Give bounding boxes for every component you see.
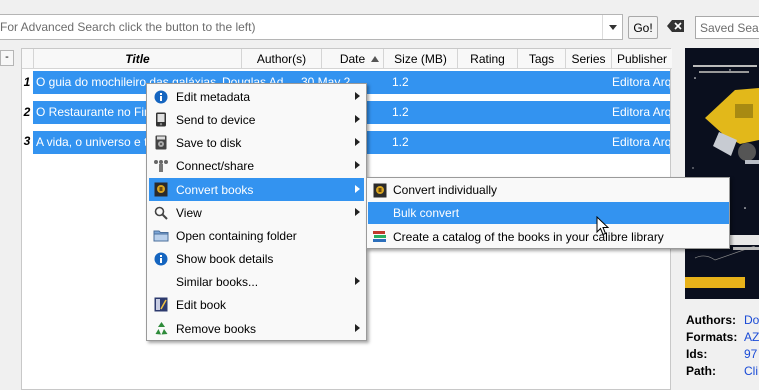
cell-size: 1.2	[392, 75, 409, 89]
details-authors-label: Authors:	[686, 313, 736, 327]
menu-item-label: View	[176, 205, 202, 220]
column-header-title[interactable]: Title	[34, 49, 242, 69]
details-formats: Formats: AZ	[686, 329, 759, 346]
menu-item-label: Convert books	[176, 182, 254, 197]
search-placeholder: For Advanced Search click the button to …	[0, 20, 256, 34]
menu-item-label: Edit metadata	[176, 89, 251, 104]
menu-item-label: Open containing folder	[176, 228, 297, 243]
clear-icon	[667, 20, 684, 32]
details-path-link[interactable]: Cli	[744, 364, 758, 378]
row-number: 3	[23, 134, 31, 148]
convert-submenu: Convert individually Bulk convert Create…	[366, 177, 730, 249]
mouse-cursor-icon	[596, 216, 610, 236]
device-icon	[153, 112, 169, 128]
column-header-date[interactable]: Date	[322, 49, 384, 69]
recycle-icon	[153, 321, 169, 337]
collapse-button[interactable]: -	[0, 50, 14, 66]
submenu-arrow-icon	[355, 324, 360, 332]
column-header-rating[interactable]: Rating	[458, 49, 518, 69]
submenu-arrow-icon	[355, 161, 360, 169]
details-ids: Ids: 97	[686, 346, 759, 363]
column-header-publisher[interactable]: Publisher	[612, 49, 672, 69]
details-ids-label: Ids:	[686, 347, 708, 361]
details-path: Path: Cli	[686, 363, 759, 380]
menu-item-label: Similar books...	[176, 274, 259, 289]
submenu-item-create-catalog[interactable]: Create a catalog of the books in your ca…	[368, 226, 729, 248]
catalog-icon	[372, 229, 388, 245]
sort-ascending-icon	[371, 56, 379, 62]
submenu-item-label: Bulk convert	[393, 206, 460, 220]
cell-size: 1.2	[392, 105, 409, 119]
context-menu: Edit metadata Send to device Save to dis…	[146, 83, 367, 341]
row-number: 2	[23, 105, 31, 119]
info-icon	[153, 89, 169, 105]
table-header: Title Author(s) Date Size (MB) Rating Ta…	[22, 49, 672, 69]
cover-art	[685, 48, 759, 299]
magnifier-icon	[153, 205, 169, 221]
details-ids-link[interactable]: 97	[744, 347, 757, 361]
column-header-series[interactable]: Series	[566, 49, 612, 69]
menu-item-label: Edit book	[176, 297, 227, 312]
clear-search-button[interactable]	[665, 16, 687, 36]
details-formats-link[interactable]: AZ	[744, 330, 759, 344]
cell-publisher: Editora Arq	[612, 135, 670, 149]
search-input[interactable]: For Advanced Search click the button to …	[0, 14, 623, 40]
save-icon	[153, 135, 169, 151]
menu-item-remove-books[interactable]: Remove books	[149, 317, 364, 340]
menu-item-edit-book[interactable]: Edit book	[149, 293, 364, 316]
column-header-authors[interactable]: Author(s)	[242, 49, 322, 69]
submenu-item-label: Convert individually	[393, 183, 498, 197]
left-panel	[0, 48, 16, 390]
cell-publisher: Editora Arq	[612, 105, 670, 119]
cell-size: 1.2	[392, 135, 409, 149]
details-authors: Authors: Do	[686, 312, 759, 329]
menu-item-label: Show book details	[176, 251, 274, 266]
menu-item-connect-share[interactable]: Connect/share	[149, 154, 364, 177]
saved-search-input[interactable]: Saved Search	[695, 16, 759, 39]
menu-item-convert-books[interactable]: Convert books	[149, 178, 364, 201]
menu-item-label: Send to device	[176, 112, 256, 127]
details-formats-label: Formats:	[686, 330, 738, 344]
submenu-arrow-icon	[355, 277, 360, 285]
submenu-arrow-icon	[355, 138, 360, 146]
menu-item-label: Save to disk	[176, 135, 242, 150]
search-history-dropdown[interactable]	[602, 15, 622, 39]
menu-item-label: Remove books	[176, 321, 257, 336]
submenu-arrow-icon	[355, 208, 360, 216]
column-header-tags[interactable]: Tags	[518, 49, 566, 69]
column-header-date-label: Date	[339, 52, 366, 66]
folder-icon	[153, 228, 169, 244]
chevron-down-icon	[608, 24, 617, 30]
column-header-size[interactable]: Size (MB)	[384, 49, 458, 69]
row-number: 1	[23, 75, 31, 89]
submenu-arrow-icon	[355, 115, 360, 123]
submenu-arrow-icon	[355, 92, 360, 100]
menu-item-edit-metadata[interactable]: Edit metadata	[149, 85, 364, 108]
book-cover-image[interactable]	[685, 48, 759, 299]
share-icon	[153, 158, 169, 174]
submenu-item-bulk-convert[interactable]: Bulk convert	[368, 202, 729, 224]
menu-item-show-book-details[interactable]: Show book details	[149, 247, 364, 270]
go-button[interactable]: Go!	[628, 16, 658, 39]
menu-item-similar-books[interactable]: Similar books...	[149, 270, 364, 293]
menu-item-open-folder[interactable]: Open containing folder	[149, 224, 364, 247]
info-icon	[153, 251, 169, 267]
header-rownum	[22, 49, 34, 69]
menu-item-label: Connect/share	[176, 158, 255, 173]
menu-item-send-to-device[interactable]: Send to device	[149, 108, 364, 131]
submenu-item-convert-individually[interactable]: Convert individually	[368, 179, 729, 201]
edit-book-icon	[153, 297, 169, 313]
menu-item-view[interactable]: View	[149, 201, 364, 224]
cell-publisher: Editora Arq	[612, 75, 670, 89]
book-details-panel: Authors: Do Formats: AZ Ids: 97 Path: Cli	[686, 312, 759, 380]
details-authors-link[interactable]: Do	[744, 313, 759, 327]
convert-icon	[153, 182, 169, 198]
convert-icon	[372, 182, 388, 198]
submenu-arrow-icon	[355, 185, 360, 193]
submenu-item-label: Create a catalog of the books in your ca…	[393, 230, 664, 244]
details-path-label: Path:	[686, 364, 716, 378]
menu-item-save-to-disk[interactable]: Save to disk	[149, 131, 364, 154]
